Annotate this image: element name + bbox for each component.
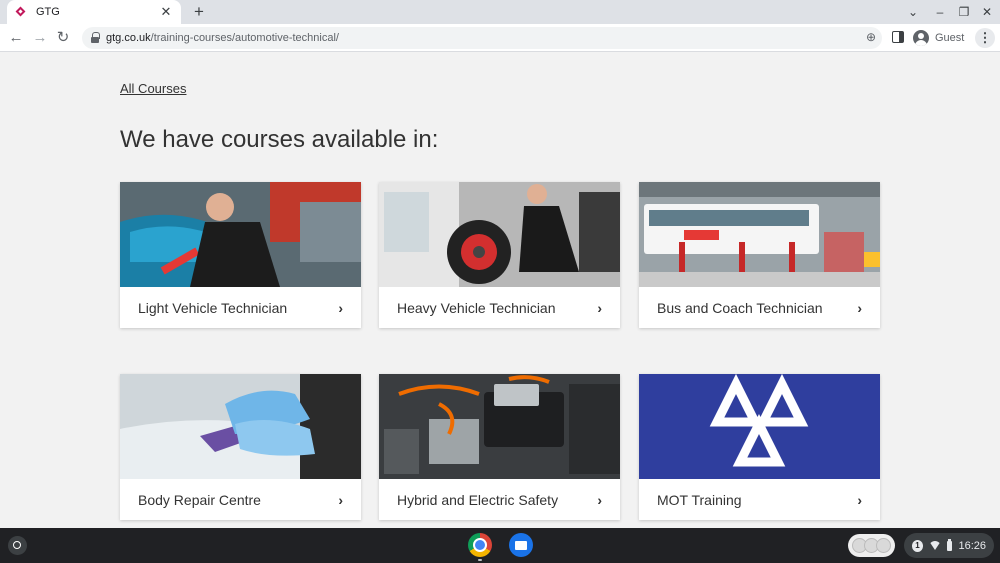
url-host: gtg.co.uk bbox=[106, 32, 151, 44]
forward-icon[interactable]: → bbox=[30, 28, 50, 48]
close-window-icon[interactable]: ✕ bbox=[978, 3, 996, 21]
side-panel-icon[interactable] bbox=[892, 31, 904, 43]
course-card-label-row: Light Vehicle Technician › bbox=[120, 287, 361, 328]
mot-triple-triangle-logo bbox=[639, 374, 880, 479]
browser-tab[interactable]: GTG ✕ bbox=[7, 0, 181, 24]
course-label: Heavy Vehicle Technician bbox=[397, 299, 556, 316]
course-card-hybrid-electric[interactable]: Hybrid and Electric Safety › bbox=[379, 374, 620, 520]
course-card-bus-coach[interactable]: Bus and Coach Technician › bbox=[639, 182, 880, 328]
gtg-favicon-icon bbox=[15, 6, 27, 18]
chevron-right-icon: › bbox=[597, 299, 602, 316]
back-icon[interactable]: ← bbox=[6, 28, 26, 48]
profile-avatar-icon bbox=[913, 30, 929, 46]
new-tab-button[interactable]: + bbox=[190, 2, 208, 22]
course-card-body-repair[interactable]: Body Repair Centre › bbox=[120, 374, 361, 520]
page-title: We have courses available in: bbox=[120, 126, 439, 153]
close-tab-icon[interactable]: ✕ bbox=[159, 5, 173, 19]
chevron-right-icon: › bbox=[338, 491, 343, 508]
course-image-body-repair bbox=[120, 374, 361, 479]
course-label: Light Vehicle Technician bbox=[138, 299, 288, 316]
course-card-label-row: Heavy Vehicle Technician › bbox=[379, 287, 620, 328]
course-label: MOT Training bbox=[657, 491, 742, 508]
launcher-icon[interactable] bbox=[8, 536, 27, 555]
tab-title: GTG bbox=[36, 6, 60, 18]
course-card-label-row: MOT Training › bbox=[639, 479, 880, 520]
course-image-mot bbox=[639, 374, 880, 479]
course-image-light-vehicle bbox=[120, 182, 361, 287]
course-card-label-row: Body Repair Centre › bbox=[120, 479, 361, 520]
tab-strip: GTG ✕ + ⌄ – ❐ ✕ bbox=[0, 0, 1000, 24]
battery-icon bbox=[946, 538, 953, 551]
running-indicator bbox=[478, 559, 482, 561]
chevron-right-icon: › bbox=[597, 491, 602, 508]
files-app-icon[interactable] bbox=[509, 533, 533, 557]
holding-space-tray[interactable] bbox=[848, 534, 895, 557]
course-label: Bus and Coach Technician bbox=[657, 299, 823, 316]
tab-search-icon[interactable]: ⌄ bbox=[904, 3, 922, 21]
zoom-icon[interactable]: ⊕ bbox=[866, 30, 876, 44]
chevron-right-icon: › bbox=[338, 299, 343, 316]
restore-icon[interactable]: ❐ bbox=[955, 3, 973, 21]
address-bar[interactable]: gtg.co.uk/training-courses/automotive-te… bbox=[82, 27, 882, 49]
course-label: Body Repair Centre bbox=[138, 491, 261, 508]
course-image-heavy-vehicle bbox=[379, 182, 620, 287]
course-card-heavy-vehicle[interactable]: Heavy Vehicle Technician › bbox=[379, 182, 620, 328]
course-card-mot[interactable]: MOT Training › bbox=[639, 374, 880, 520]
clock-time: 16:26 bbox=[958, 539, 986, 552]
chevron-right-icon: › bbox=[857, 299, 862, 316]
status-tray[interactable]: 1 16:26 bbox=[904, 533, 994, 558]
browser-toolbar: ← → ↻ gtg.co.uk/training-courses/automot… bbox=[0, 24, 1000, 52]
url-text[interactable]: gtg.co.uk/training-courses/automotive-te… bbox=[106, 32, 339, 44]
wifi-icon bbox=[928, 541, 941, 550]
profile-label: Guest bbox=[935, 32, 965, 44]
course-card-label-row: Hybrid and Electric Safety › bbox=[379, 479, 620, 520]
course-card-light-vehicle[interactable]: Light Vehicle Technician › bbox=[120, 182, 361, 328]
minimize-icon[interactable]: – bbox=[931, 3, 949, 21]
holding-thumbnail bbox=[876, 538, 891, 553]
url-path: /training-courses/automotive-technical/ bbox=[150, 32, 339, 44]
chevron-right-icon: › bbox=[857, 491, 862, 508]
course-image-bus-coach bbox=[639, 182, 880, 287]
reload-icon[interactable]: ↻ bbox=[53, 28, 73, 48]
notification-count-badge: 1 bbox=[912, 539, 923, 552]
course-label: Hybrid and Electric Safety bbox=[397, 491, 559, 508]
lock-icon[interactable] bbox=[90, 32, 100, 44]
all-courses-link[interactable]: All Courses bbox=[120, 81, 186, 96]
chrome-app-icon[interactable] bbox=[468, 533, 492, 557]
page-content: All Courses We have courses available in… bbox=[0, 53, 1000, 528]
menu-icon[interactable]: ⋮ bbox=[975, 28, 995, 48]
course-card-label-row: Bus and Coach Technician › bbox=[639, 287, 880, 328]
profile-button[interactable]: Guest bbox=[913, 28, 964, 48]
course-image-hybrid-electric bbox=[379, 374, 620, 479]
os-shelf: 1 16:26 bbox=[0, 528, 1000, 563]
